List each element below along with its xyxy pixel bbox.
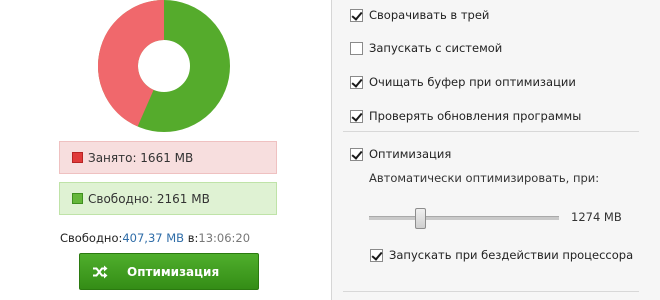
cpu-idle-option[interactable]: Запускать при бездействии процессора	[370, 248, 633, 262]
memory-panel: Занято: 1661 MB Свободно: 2161 MB Свобод…	[0, 0, 330, 300]
auto-optimize-label: Автоматически оптимизировать, при:	[369, 171, 600, 185]
optimize-button[interactable]: Оптимизация	[79, 253, 259, 290]
free-memory-text: Свободно: 2161 MB	[88, 191, 210, 206]
minimize-to-tray-option[interactable]: Сворачивать в трей	[350, 8, 489, 22]
memory-donut-chart	[98, 0, 230, 132]
donut-hole	[139, 41, 189, 91]
minimize-to-tray-label: Сворачивать в трей	[369, 8, 490, 22]
freed-time: 13:06:20	[198, 231, 251, 245]
check-updates-checkbox[interactable]	[350, 109, 363, 123]
shuffle-icon	[93, 265, 108, 279]
used-color-swatch	[72, 152, 83, 163]
clear-clipboard-option[interactable]: Очищать буфер при оптимизации	[350, 75, 576, 89]
check-updates-label: Проверять обновления программы	[369, 109, 582, 123]
cpu-idle-checkbox[interactable]	[370, 248, 383, 262]
separator	[343, 131, 639, 132]
freed-value: 407,37 MB	[122, 231, 185, 245]
freed-mid: в:	[187, 231, 199, 245]
threshold-slider-track[interactable]	[369, 216, 559, 220]
free-memory-box: Свободно: 2161 MB	[59, 182, 277, 215]
start-with-system-option[interactable]: Запускать с системой	[350, 41, 502, 55]
clear-clipboard-label: Очищать буфер при оптимизации	[369, 75, 576, 89]
optimization-checkbox[interactable]	[350, 147, 363, 161]
threshold-slider-thumb[interactable]	[414, 208, 426, 229]
used-memory-box: Занято: 1661 MB	[59, 141, 277, 174]
free-color-swatch	[72, 193, 83, 204]
threshold-value: 1274 MB	[571, 210, 622, 224]
settings-panel: Сворачивать в трей Запускать с системой …	[331, 0, 660, 300]
optimize-button-label: Оптимизация	[127, 265, 220, 279]
freed-prefix: Свободно:	[60, 231, 123, 245]
cpu-idle-label: Запускать при бездействии процессора	[389, 248, 634, 262]
optimization-label: Оптимизация	[369, 147, 452, 161]
minimize-to-tray-checkbox[interactable]	[350, 8, 363, 22]
last-freed-info: Свободно:407,37 MB в:13:06:20	[60, 231, 250, 245]
bottom-separator	[343, 291, 639, 292]
optimization-option[interactable]: Оптимизация	[350, 147, 451, 161]
used-memory-text: Занято: 1661 MB	[88, 150, 194, 165]
clear-clipboard-checkbox[interactable]	[350, 75, 363, 89]
start-with-system-checkbox[interactable]	[350, 41, 363, 55]
check-updates-option[interactable]: Проверять обновления программы	[350, 109, 581, 123]
start-with-system-label: Запускать с системой	[369, 41, 503, 55]
